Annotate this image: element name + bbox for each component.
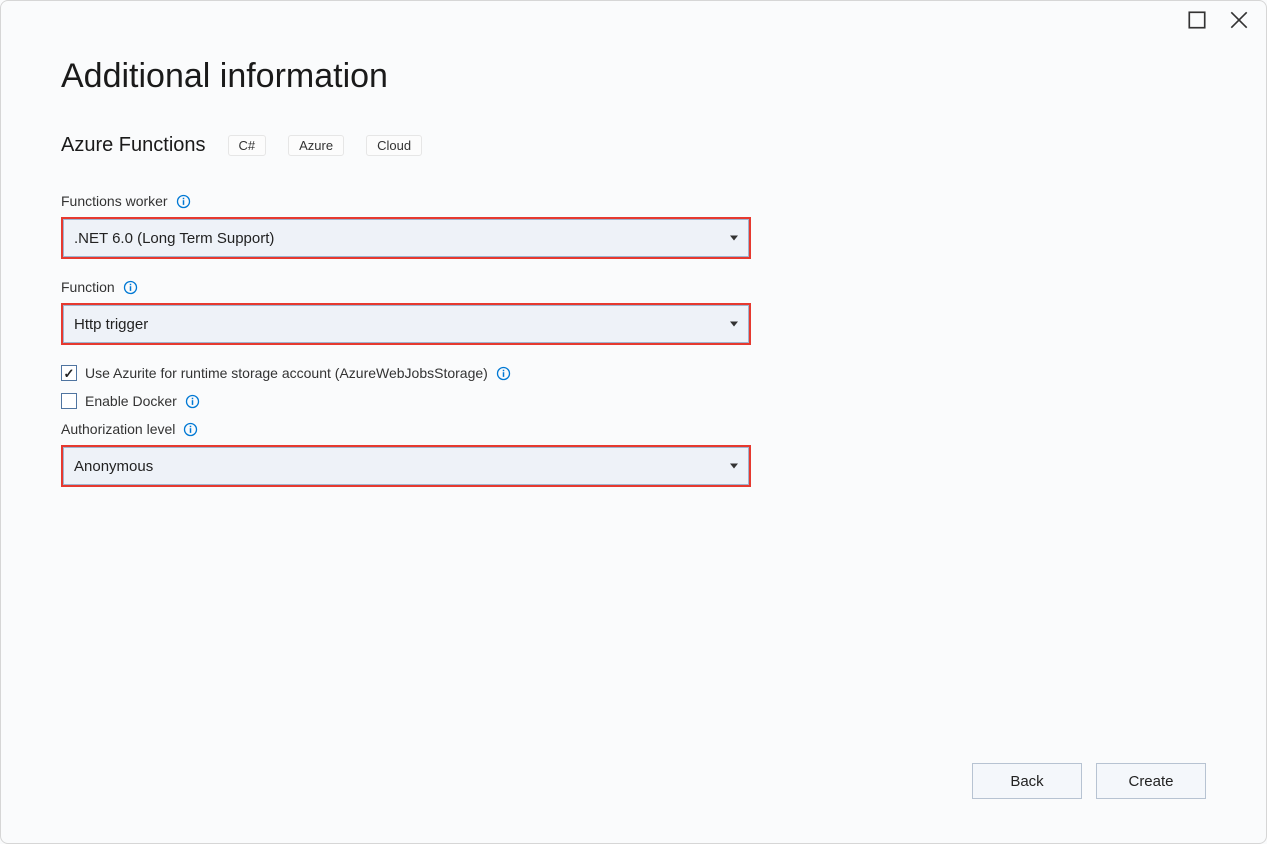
functions-worker-group: Functions worker .NET 6.0 (Long Term Sup… — [61, 193, 1206, 259]
chevron-down-icon — [730, 464, 738, 469]
chevron-down-icon — [730, 236, 738, 241]
tag-cloud: Cloud — [366, 135, 422, 156]
function-select[interactable]: Http trigger — [63, 305, 749, 343]
azurite-label: Use Azurite for runtime storage account … — [85, 365, 488, 381]
create-button-label: Create — [1128, 773, 1173, 790]
azurite-check-row: Use Azurite for runtime storage account … — [61, 365, 1206, 381]
auth-level-label-row: Authorization level — [61, 421, 1206, 437]
info-icon[interactable] — [176, 194, 191, 209]
create-button[interactable]: Create — [1096, 763, 1206, 799]
maximize-icon — [1188, 11, 1206, 29]
back-button-label: Back — [1010, 773, 1043, 790]
docker-checkbox[interactable] — [61, 393, 77, 409]
subtitle-row: Azure Functions C# Azure Cloud — [61, 134, 1206, 157]
docker-label: Enable Docker — [85, 393, 177, 409]
window-title-bar — [1188, 1, 1266, 37]
info-icon[interactable] — [183, 422, 198, 437]
functions-worker-value: .NET 6.0 (Long Term Support) — [74, 230, 274, 247]
tag-azure: Azure — [288, 135, 344, 156]
function-select-highlight: Http trigger — [61, 303, 751, 345]
info-icon[interactable] — [496, 366, 511, 381]
maximize-button[interactable] — [1188, 11, 1206, 29]
auth-level-label: Authorization level — [61, 421, 175, 437]
functions-worker-label: Functions worker — [61, 193, 168, 209]
functions-worker-label-row: Functions worker — [61, 193, 1206, 209]
auth-level-select[interactable]: Anonymous — [63, 447, 749, 485]
function-value: Http trigger — [74, 316, 148, 333]
function-group: Function Http trigger — [61, 279, 1206, 345]
close-button[interactable] — [1230, 11, 1248, 29]
function-label: Function — [61, 279, 115, 295]
page-title: Additional information — [61, 57, 1206, 96]
docker-check-row: Enable Docker — [61, 393, 1206, 409]
auth-level-select-highlight: Anonymous — [61, 445, 751, 487]
chevron-down-icon — [730, 322, 738, 327]
auth-level-value: Anonymous — [74, 458, 153, 475]
dialog-window: Additional information Azure Functions C… — [0, 0, 1267, 844]
project-type-subtitle: Azure Functions — [61, 134, 206, 157]
dialog-content: Additional information Azure Functions C… — [1, 1, 1266, 487]
tag-csharp: C# — [228, 135, 267, 156]
info-icon[interactable] — [123, 280, 138, 295]
auth-level-group: Authorization level Anonymous — [61, 421, 1206, 487]
azurite-checkbox[interactable] — [61, 365, 77, 381]
dialog-footer: Back Create — [972, 763, 1206, 799]
close-icon — [1230, 11, 1248, 29]
function-label-row: Function — [61, 279, 1206, 295]
info-icon[interactable] — [185, 394, 200, 409]
functions-worker-select-highlight: .NET 6.0 (Long Term Support) — [61, 217, 751, 259]
functions-worker-select[interactable]: .NET 6.0 (Long Term Support) — [63, 219, 749, 257]
back-button[interactable]: Back — [972, 763, 1082, 799]
